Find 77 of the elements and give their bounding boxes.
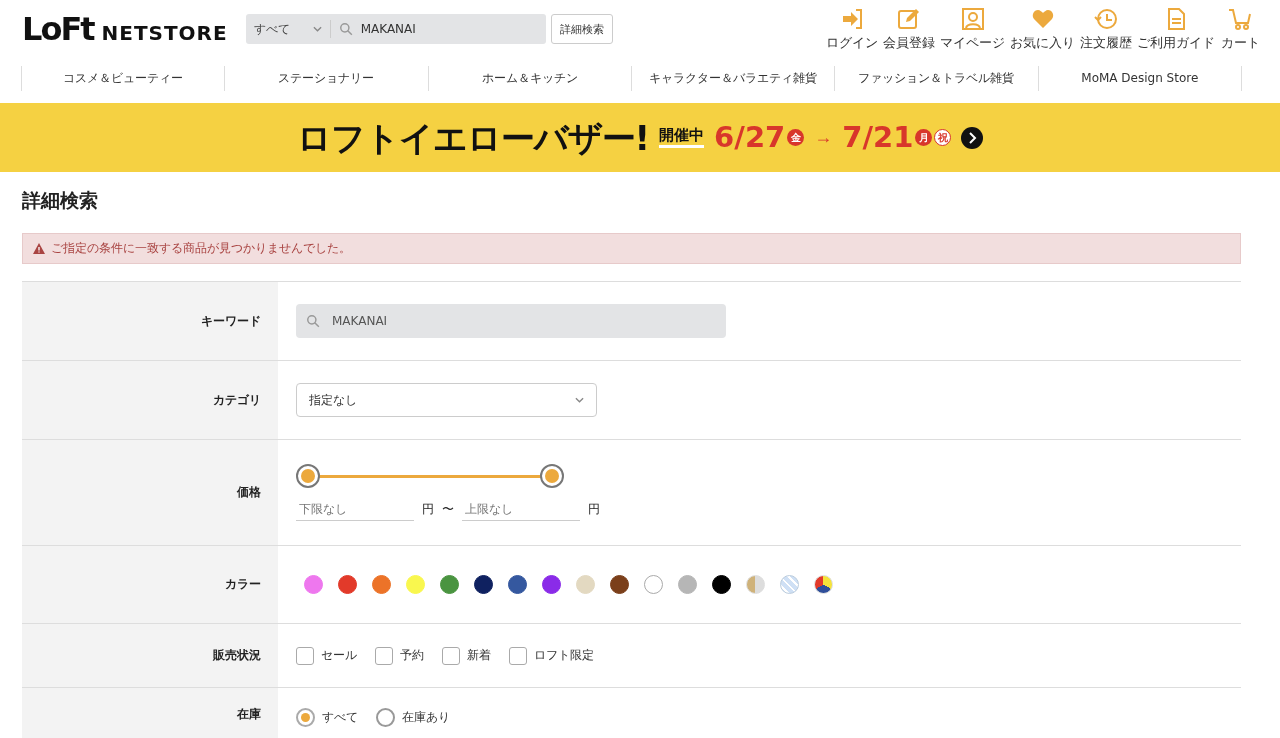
pencil-icon — [897, 6, 921, 31]
alert-message: ご指定の条件に一致する商品が見つかりませんでした。 — [51, 240, 351, 257]
utility-link[interactable]: 会員登録 — [883, 6, 935, 52]
color-swatch[interactable] — [678, 575, 697, 594]
logo-subtitle: NETSTORE — [101, 23, 228, 43]
color-swatch[interactable] — [508, 575, 527, 594]
clock-icon — [1094, 6, 1118, 31]
utility-link[interactable]: ログイン — [826, 6, 878, 52]
arrow-icon — [840, 6, 864, 31]
utility-link[interactable]: ご利用ガイド — [1137, 6, 1215, 52]
cart-icon — [1228, 6, 1252, 31]
day-badge: 金 — [787, 129, 805, 146]
nav-link[interactable]: MoMA Design Store — [1037, 66, 1242, 91]
checkbox-label[interactable]: 新着 — [467, 648, 491, 663]
field-label-cell: カテゴリ — [22, 361, 278, 439]
nav-link[interactable]: ホーム＆キッチン — [427, 66, 632, 91]
warning-icon — [33, 243, 45, 254]
field-label-cell: キーワード — [22, 282, 278, 360]
utility-link[interactable]: マイページ — [940, 6, 1005, 52]
advanced-search-button[interactable]: 詳細検索 — [550, 14, 613, 44]
search-icon — [338, 22, 353, 36]
nav-link[interactable]: ステーショナリー — [224, 66, 429, 91]
radio-label[interactable]: 在庫あり — [402, 710, 450, 725]
color-swatch[interactable] — [644, 575, 663, 594]
color-swatch[interactable] — [542, 575, 561, 594]
banner-date: 7/21 — [842, 123, 914, 152]
nav-link[interactable]: コスメ＆ビューティー — [21, 66, 226, 91]
page-title: 詳細検索 — [22, 188, 99, 213]
field-label-cell: カラー — [22, 546, 278, 623]
color-swatch[interactable] — [474, 575, 493, 594]
color-swatch[interactable] — [304, 575, 323, 594]
caret-icon — [575, 397, 584, 403]
field-label-cell: 販売状況 — [22, 624, 278, 687]
utility-link[interactable]: カート — [1220, 6, 1260, 52]
banner-date: 6/27 — [714, 123, 786, 152]
color-swatch[interactable] — [440, 575, 459, 594]
color-swatch[interactable] — [712, 575, 731, 594]
keyword-input[interactable]: MAKANAI — [332, 314, 482, 328]
color-swatch[interactable] — [338, 575, 357, 594]
checkbox[interactable] — [296, 646, 314, 665]
checkbox[interactable] — [509, 646, 527, 665]
nav-link[interactable]: キャラクター＆バラエティ雑貨 — [631, 66, 836, 91]
caret-icon — [312, 26, 322, 32]
color-swatch[interactable] — [372, 575, 391, 594]
field-label-cell: 在庫 — [22, 688, 278, 738]
slider-handle[interactable] — [540, 464, 564, 488]
radio-label[interactable]: すべて — [322, 710, 358, 725]
currency-unit: 円 — [422, 502, 434, 517]
keyword-field[interactable]: MAKANAI — [296, 304, 726, 338]
field-label-cell: 価格 — [22, 440, 278, 545]
day-badge: 月 — [915, 129, 933, 146]
person-icon — [960, 6, 985, 31]
search-icon — [306, 314, 320, 328]
checkbox[interactable] — [442, 646, 460, 665]
checkbox-label[interactable]: セール — [321, 648, 357, 663]
radio-button[interactable] — [376, 708, 395, 727]
checkbox[interactable] — [375, 646, 393, 665]
search-field[interactable]: すべて MAKANAI — [245, 14, 546, 44]
color-swatch[interactable] — [610, 575, 629, 594]
checkbox-label[interactable]: ロフト限定 — [534, 648, 594, 663]
slider-handle[interactable] — [296, 464, 320, 488]
logo[interactable]: LoFt — [22, 13, 94, 45]
nav-link[interactable]: ファッション＆トラベル雑貨 — [834, 66, 1039, 91]
radio-button[interactable] — [296, 708, 315, 727]
arrow-text: → — [814, 127, 833, 148]
banner-title: ロフトイエローバザー! — [296, 120, 650, 155]
holiday-badge: 祝 — [934, 129, 952, 146]
utility-link[interactable]: お気に入り — [1010, 6, 1075, 52]
category-dropdown[interactable]: 指定なし — [296, 383, 597, 417]
utility-link[interactable]: 注文履歴 — [1080, 6, 1132, 52]
currency-unit: 円 — [588, 502, 600, 517]
chevron-right-icon[interactable] — [961, 126, 984, 149]
scope-dropdown[interactable]: すべて — [245, 20, 331, 38]
banner-status: 開催中 — [659, 127, 705, 148]
range-separator: 〜 — [442, 502, 454, 517]
search-input[interactable]: MAKANAI — [360, 22, 511, 36]
checkbox-label[interactable]: 予約 — [400, 648, 424, 663]
